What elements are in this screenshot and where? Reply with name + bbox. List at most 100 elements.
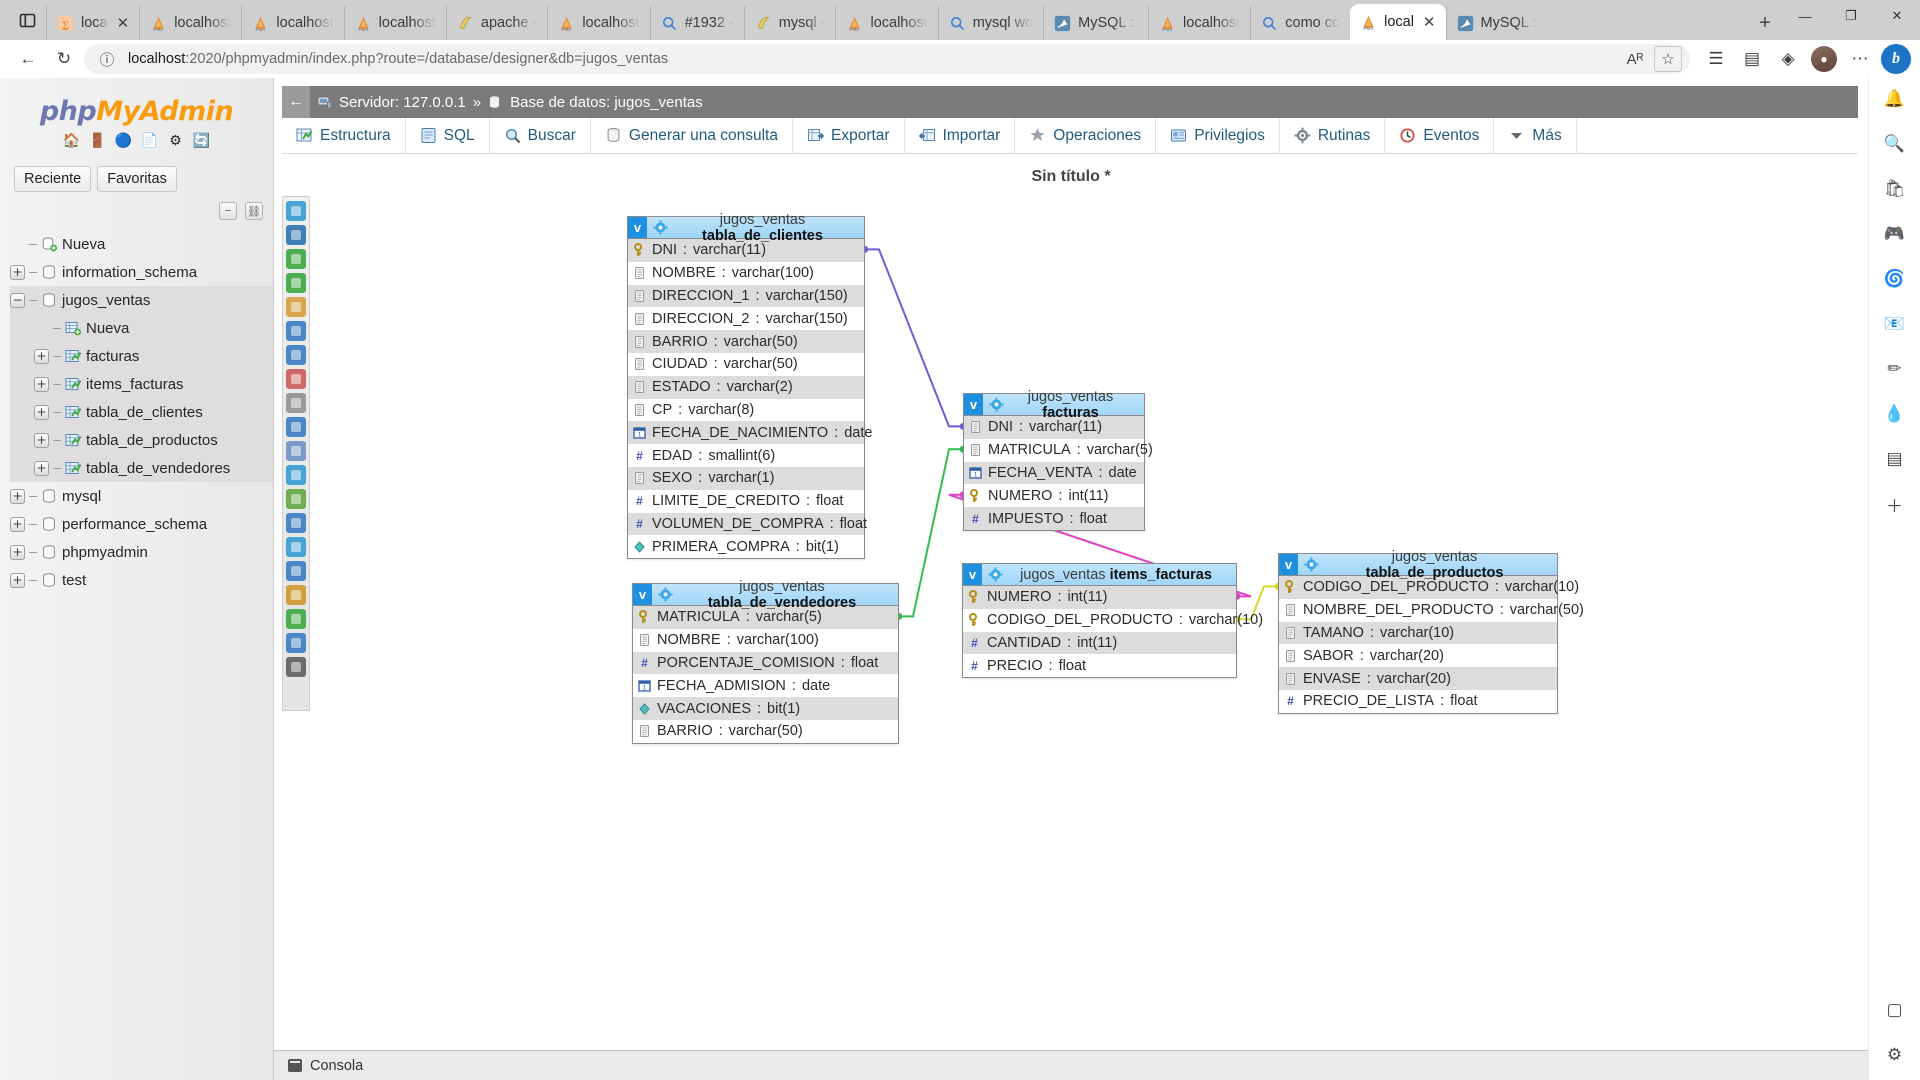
pma-tab-m-s[interactable]: Más <box>1494 118 1577 153</box>
designer-table-tabla_de_clientes[interactable]: v jugos_ventas tabla_de_clientes DNI: varch… <box>627 212 872 560</box>
browser-tab[interactable]: como co <box>1250 6 1350 40</box>
designer-canvas[interactable]: v jugos_ventas tabla_de_clientes DNI: varch… <box>282 196 1858 986</box>
designer-column[interactable]: DIRECCION_1: varchar(150) <box>628 284 864 308</box>
designer-table-header[interactable]: v jugos_ventas tabla_de_vendedores <box>633 579 898 611</box>
browser-tab[interactable]: PMA localhost <box>241 6 343 40</box>
browser-tab[interactable]: PMA localhost <box>343 6 446 40</box>
designer-table-header[interactable]: v jugos_ventas tabla_de_productos <box>1279 549 1557 581</box>
nav-tree-item[interactable]: − jugos_ventas <box>10 286 273 314</box>
designer-table-header[interactable]: v jugos_ventas facturas <box>964 389 1144 421</box>
toggle-columns-icon[interactable]: v <box>964 394 983 415</box>
outlook-icon[interactable]: 📧 <box>1880 309 1910 339</box>
shopping-icon[interactable]: 🛍 <box>1880 174 1910 204</box>
favorites-button[interactable]: Favoritas <box>97 166 177 192</box>
designer-column[interactable]: SABOR: varchar(20) <box>1279 644 1557 667</box>
designer-column[interactable]: # IMPUESTO: float <box>964 507 1144 530</box>
recent-button[interactable]: Reciente <box>14 166 92 192</box>
maximize-button[interactable]: ❐ <box>1828 0 1874 32</box>
minimize-button[interactable]: — <box>1782 0 1828 32</box>
pma-tab-exportar[interactable]: Exportar <box>793 118 905 153</box>
close-tab-icon[interactable]: ✕ <box>1423 13 1436 31</box>
designer-column[interactable]: # VOLUMEN_DE_COMPRA: float <box>628 512 867 536</box>
site-info-icon[interactable]: ⓘ <box>94 46 120 72</box>
address-bar[interactable]: ⓘ localhost:2020/phpmyadmin/index.php?ro… <box>84 44 1690 74</box>
designer-column[interactable]: MATRICULA: varchar(5) <box>964 439 1153 462</box>
tab-actions-button[interactable] <box>8 0 46 40</box>
settings-icon[interactable]: ⚙ <box>1880 1040 1910 1070</box>
browser-tab[interactable]: apache - <box>445 6 547 40</box>
toggle-columns-icon[interactable]: v <box>633 584 652 605</box>
toggle-columns-icon[interactable]: v <box>1279 554 1298 575</box>
logout-icon[interactable]: 🚪 <box>88 131 107 150</box>
designer-column[interactable]: SEXO: varchar(1) <box>628 466 864 490</box>
split-screen-icon[interactable]: ▢ <box>1880 995 1910 1025</box>
pma-tab-eventos[interactable]: Eventos <box>1385 118 1495 153</box>
reload-icon[interactable]: 🔄 <box>192 131 211 150</box>
tree-expander-icon[interactable]: + <box>10 572 25 588</box>
designer-table-tabla_de_productos[interactable]: v jugos_ventas tabla_de_productos CODIGO_D… <box>1278 549 1584 714</box>
designer-column[interactable]: CIUDAD: varchar(50) <box>628 353 864 376</box>
nav-tree-item[interactable]: + facturas <box>10 342 273 370</box>
tree-expander-icon[interactable]: + <box>10 264 25 280</box>
pma-tab-operaciones[interactable]: Operaciones <box>1015 118 1157 153</box>
designer-table-facturas[interactable]: v jugos_ventas facturas DNI: varchar(11) MAT… <box>963 389 1153 531</box>
designer-table-header[interactable]: v jugos_ventas tabla_de_clientes <box>628 212 864 244</box>
nav-tree-item[interactable]: + tabla_de_productos <box>10 426 273 454</box>
designer-column[interactable]: # PRECIO_DE_LISTA: float <box>1279 690 1557 713</box>
browser-tab[interactable]: PMA localhost <box>547 6 649 40</box>
profile-button[interactable]: ● <box>1808 43 1840 75</box>
drop-icon[interactable]: 💧 <box>1880 399 1910 429</box>
designer-column[interactable]: # LIMITE_DE_CREDITO: float <box>628 490 864 513</box>
settings-and-more-button[interactable]: ⋯ <box>1844 43 1876 75</box>
designer-column[interactable]: PRIMERA_COMPRA: bit(1) <box>628 535 864 558</box>
toggle-columns-icon[interactable]: v <box>628 217 647 238</box>
nav-tree-item[interactable]: + phpmyadmin <box>10 538 273 566</box>
browser-tab[interactable]: PMA localhost <box>139 6 241 40</box>
close-window-button[interactable]: ✕ <box>1874 0 1920 32</box>
tree-expander-icon[interactable]: + <box>10 516 25 532</box>
new-tab-button[interactable]: + <box>1748 6 1782 40</box>
browser-tab[interactable]: MySQL :: <box>1043 6 1148 40</box>
designer-table-items_facturas[interactable]: v jugos_ventas items_facturas NUMERO: int(1… <box>962 563 1263 679</box>
nav-tree-item[interactable]: Nueva <box>10 230 273 258</box>
nav-tree-item[interactable]: + items_facturas <box>10 370 273 398</box>
pma-logo[interactable]: phpMyAdmin 🏠 🚪 🔵 📄 ⚙ 🔄 <box>0 78 273 156</box>
tree-expander-icon[interactable]: − <box>10 292 25 308</box>
tree-expander-icon[interactable]: + <box>34 460 49 476</box>
browser-tab[interactable]: ∑ loca ✕ <box>46 6 139 40</box>
tree-expander-icon[interactable]: + <box>10 544 25 560</box>
favorite-icon[interactable]: ☆ <box>1654 46 1682 72</box>
designer-column[interactable]: CP: varchar(8) <box>628 399 864 422</box>
nav-tree-item[interactable]: Nueva <box>10 314 273 342</box>
collapse-all-icon[interactable]: − <box>219 202 237 220</box>
designer-column[interactable]: BARRIO: varchar(50) <box>628 330 864 353</box>
browser-tab[interactable]: PMA localhost <box>835 6 937 40</box>
gear-icon[interactable] <box>987 567 1003 583</box>
pma-tab-buscar[interactable]: Buscar <box>490 118 591 153</box>
edit-icon[interactable]: ✏ <box>1880 354 1910 384</box>
designer-column[interactable]: 1 FECHA_VENTA: date <box>964 461 1144 485</box>
pma-tab-rutinas[interactable]: Rutinas <box>1280 118 1386 153</box>
designer-column[interactable]: NUMERO: int(11) <box>963 586 1236 609</box>
nav-tree-item[interactable]: + performance_schema <box>10 510 273 538</box>
designer-column[interactable]: TAMANO: varchar(10) <box>1279 621 1557 645</box>
copilot-button[interactable]: b <box>1880 43 1912 75</box>
designer-column[interactable]: ESTADO: varchar(2) <box>628 375 864 399</box>
designer-column[interactable]: # CANTIDAD: int(11) <box>963 631 1236 655</box>
docs-icon[interactable]: 🔵 <box>114 131 133 150</box>
designer-column[interactable]: 1 FECHA_DE_NACIMIENTO: date <box>628 421 872 445</box>
pma-console-bar[interactable]: Consola <box>274 1050 1868 1080</box>
designer-column[interactable]: VACACIONES: bit(1) <box>633 697 898 720</box>
reload-button[interactable]: ↻ <box>48 43 80 75</box>
tree-expander-icon[interactable]: + <box>34 432 49 448</box>
tree-expander-icon[interactable]: + <box>34 404 49 420</box>
pma-tab-estructura[interactable]: Estructura <box>282 118 406 153</box>
designer-column[interactable]: NOMBRE_DEL_PRODUCTO: varchar(50) <box>1279 599 1584 622</box>
designer-column[interactable]: # PORCENTAJE_COMISION: float <box>633 651 898 675</box>
nav-tree-item[interactable]: + test <box>10 566 273 594</box>
breadcrumb-back-button[interactable]: ← <box>282 86 310 118</box>
designer-column[interactable]: BARRIO: varchar(50) <box>633 720 898 743</box>
pma-tab-generar-una-consulta[interactable]: Generar una consulta <box>591 118 793 153</box>
link-icon[interactable]: ⛓ <box>245 202 263 220</box>
browser-tab[interactable]: #1932 - <box>649 6 744 40</box>
